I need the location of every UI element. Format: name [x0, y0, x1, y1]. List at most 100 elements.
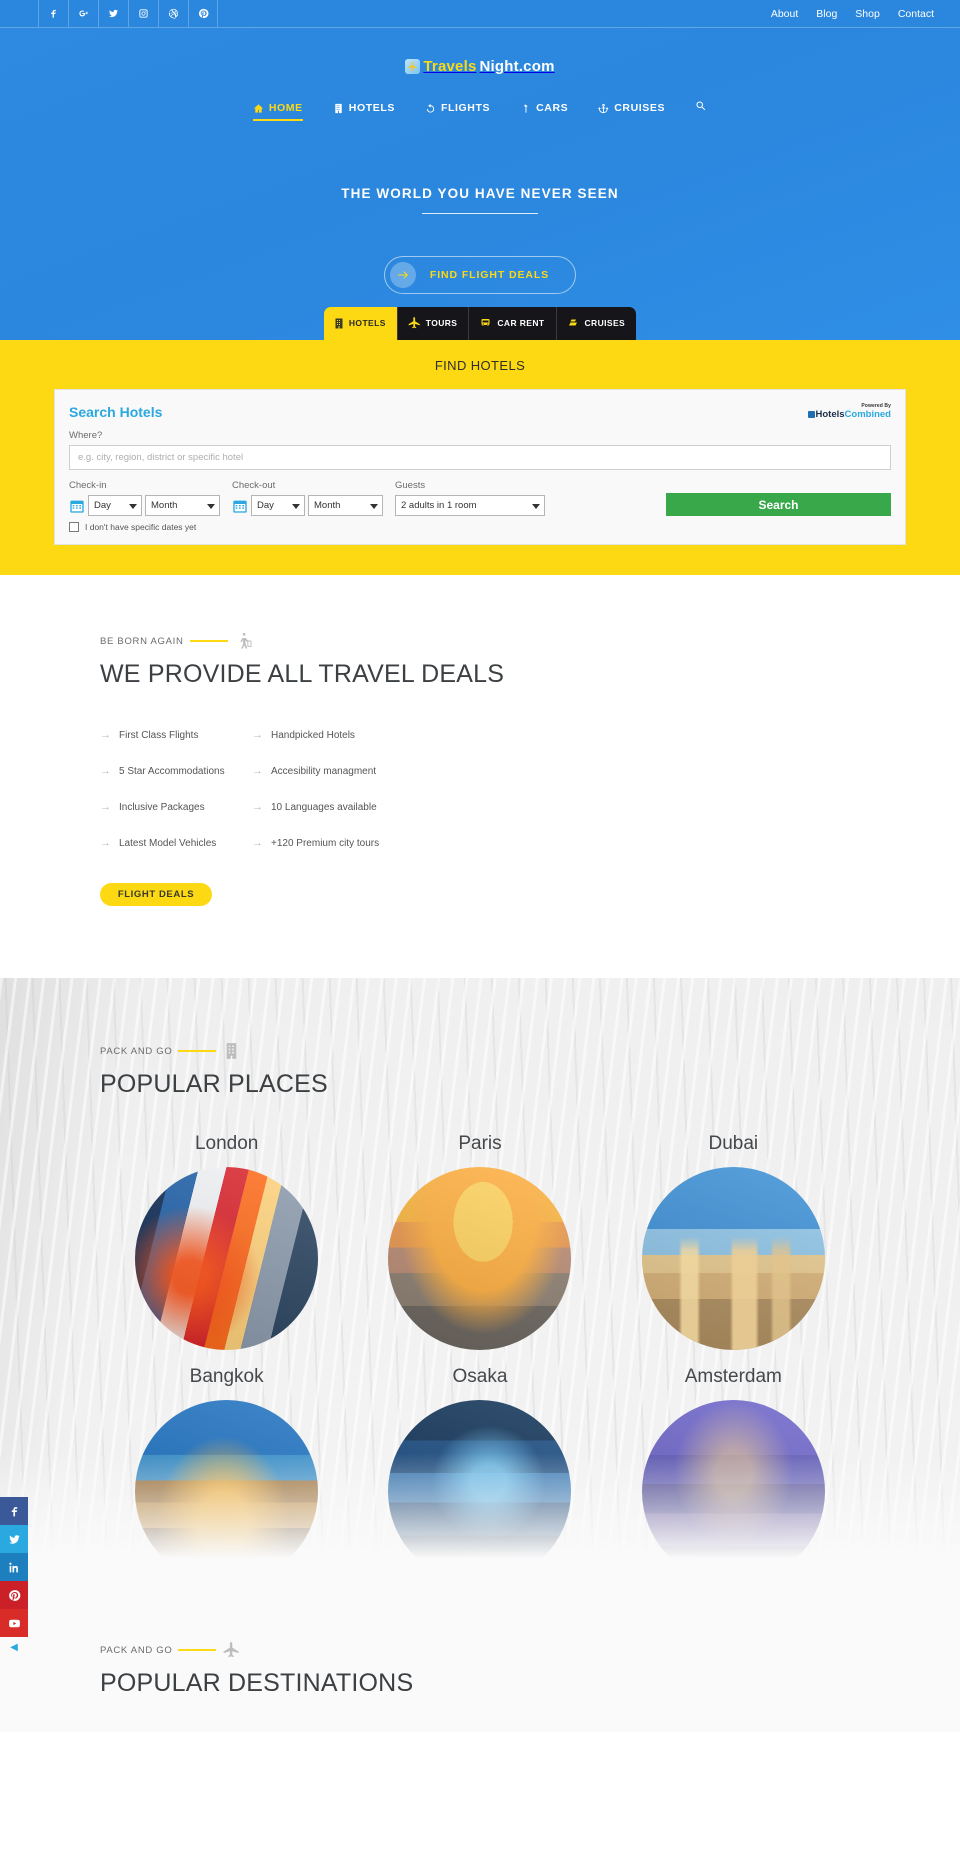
arrow-icon: →	[252, 729, 263, 741]
building-icon	[222, 1040, 241, 1062]
dribbble-icon[interactable]	[158, 0, 188, 27]
place-card-dubai[interactable]: Dubai	[641, 1133, 825, 1350]
nav-search-button[interactable]	[695, 99, 707, 124]
checkout-day-select[interactable]: Day	[251, 495, 305, 516]
arrow-icon: →	[100, 765, 111, 777]
tab-label-hotels: HOTELS	[348, 318, 386, 328]
place-card-london[interactable]: London	[135, 1133, 319, 1350]
search-icon	[696, 101, 706, 111]
no-dates-row: I don't have specific dates yet	[69, 522, 891, 532]
youtube-icon[interactable]	[0, 1609, 28, 1637]
features-grid: → First Class Flights → Handpicked Hotels …	[100, 717, 860, 861]
nav-item-cruises[interactable]: CRUISES	[598, 102, 665, 121]
brand-logo-wrap: Travels Night.com	[0, 58, 960, 77]
social-share-rail: ◀	[0, 1497, 28, 1657]
nav-item-cars[interactable]: CARS	[520, 102, 568, 121]
feature-label: 10 Languages available	[271, 801, 377, 813]
tab-label-cruises: CRUISES	[584, 318, 626, 328]
feature-label: Inclusive Packages	[119, 801, 205, 813]
nav-label-cars: CARS	[536, 102, 569, 114]
search-band: FIND HOTELS Search Hotels Powered By Hot…	[0, 340, 960, 575]
calendar-icon-checkout[interactable]	[232, 498, 248, 514]
place-image-dubai[interactable]	[641, 1167, 825, 1350]
page-root: About Blog Shop Contact Travels Night.com…	[0, 0, 960, 1732]
where-input[interactable]	[69, 445, 891, 470]
place-image-london[interactable]	[135, 1167, 319, 1350]
collapse-rail-icon[interactable]: ◀	[0, 1637, 28, 1657]
feature-item: → 10 Languages available	[252, 789, 860, 825]
top-link-shop[interactable]: Shop	[855, 8, 880, 20]
no-dates-checkbox[interactable]	[69, 522, 79, 532]
tab-label-car-rent: CAR RENT	[497, 318, 545, 328]
feature-item: → Accesibility managment	[252, 753, 860, 789]
home-icon	[253, 103, 263, 113]
building-icon	[335, 103, 342, 113]
checkout-group: Check-out Day Month	[232, 480, 383, 516]
twitter-icon[interactable]	[0, 1525, 28, 1553]
destinations-heading: POPULAR DESTINATIONS	[100, 1669, 414, 1697]
checkin-month-select[interactable]: Month	[145, 495, 220, 516]
bus-icon	[481, 319, 490, 326]
plane-icon	[222, 1639, 241, 1661]
feature-item: → +120 Premium city tours	[252, 825, 860, 861]
feature-label: +120 Premium city tours	[271, 837, 380, 849]
top-link-about[interactable]: About	[771, 8, 798, 20]
linkedin-icon[interactable]	[0, 1553, 28, 1581]
pinterest-icon[interactable]	[0, 1581, 28, 1609]
destinations-eyebrow-text: PACK AND GO	[100, 1644, 173, 1656]
instagram-icon[interactable]	[128, 0, 158, 27]
find-flight-deals-label: FIND FLIGHT DEALS	[429, 269, 550, 281]
nav-item-home[interactable]: HOME	[252, 102, 303, 121]
logo-plane-icon	[405, 59, 421, 74]
calendar-icon-checkin[interactable]	[69, 498, 85, 514]
place-card-paris[interactable]: Paris	[388, 1133, 572, 1350]
travel-deals-section: BE BORN AGAIN WE PROVIDE ALL TRAVEL DEAL…	[0, 575, 960, 978]
brand-logo[interactable]: Travels Night.com	[405, 58, 554, 75]
provider-name-b: Combined	[844, 409, 891, 420]
place-image-paris[interactable]	[388, 1167, 572, 1350]
hero-title-rule	[422, 213, 538, 214]
search-button[interactable]: Search	[666, 493, 891, 516]
flight-deals-button[interactable]: FLIGHT DEALS	[100, 883, 212, 906]
destinations-eyebrow: PACK AND GO	[100, 1639, 860, 1661]
nav-label-flights: FLIGHTS	[440, 102, 491, 114]
feature-item: → Handpicked Hotels	[252, 717, 860, 753]
facebook-icon[interactable]	[0, 1497, 28, 1525]
boat-icon	[568, 319, 577, 326]
feature-item: → 5 Star Accommodations	[100, 753, 252, 789]
arrow-icon: →	[100, 801, 111, 813]
checkin-group: Check-in Day Month	[69, 480, 220, 516]
checkout-month-value: Month	[314, 500, 341, 511]
deals-heading: WE PROVIDE ALL TRAVEL DEALS	[100, 660, 505, 688]
feature-label: Handpicked Hotels	[271, 729, 355, 741]
pinterest-icon[interactable]	[188, 0, 218, 27]
feature-label: 5 Star Accommodations	[119, 765, 225, 777]
arrow-icon: →	[252, 765, 263, 777]
tab-car-rent[interactable]: CAR RENT	[469, 307, 557, 340]
find-flight-deals-button[interactable]: FIND FLIGHT DEALS	[383, 256, 577, 294]
top-link-blog[interactable]: Blog	[816, 8, 837, 20]
nav-item-hotels[interactable]: HOTELS	[333, 102, 395, 121]
facebook-icon[interactable]	[38, 0, 68, 27]
brand-name-part2: Night.com	[479, 58, 555, 75]
guests-select[interactable]: 2 adults in 1 room	[395, 495, 545, 516]
google-plus-icon[interactable]	[68, 0, 98, 27]
checkout-month-select[interactable]: Month	[308, 495, 383, 516]
twitter-icon[interactable]	[98, 0, 128, 27]
checkin-day-select[interactable]: Day	[88, 495, 142, 516]
tab-cruises[interactable]: CRUISES	[556, 307, 637, 340]
deals-eyebrow: BE BORN AGAIN	[100, 630, 860, 652]
feature-item: → First Class Flights	[100, 717, 252, 753]
tab-hotels[interactable]: HOTELS	[323, 307, 398, 340]
arrow-icon: →	[100, 837, 111, 849]
checkin-month-value: Month	[151, 500, 178, 511]
top-link-contact[interactable]: Contact	[898, 8, 934, 20]
tab-tours[interactable]: TOURS	[397, 307, 470, 340]
where-label: Where?	[69, 430, 103, 441]
nav-label-cruises: CRUISES	[614, 102, 666, 114]
checkin-label: Check-in	[69, 480, 107, 491]
nav-item-flights[interactable]: FLIGHTS	[425, 102, 490, 121]
no-dates-label: I don't have specific dates yet	[85, 522, 197, 532]
hero-title: THE WORLD YOU HAVE NEVER SEEN	[341, 186, 619, 201]
hero-cta-wrap: FIND FLIGHT DEALS	[0, 256, 960, 294]
